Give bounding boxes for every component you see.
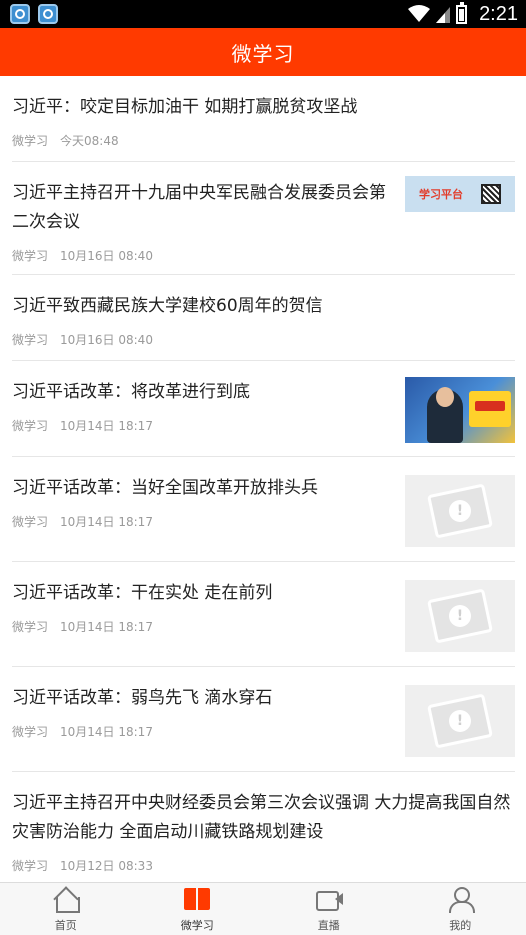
app-screen: 2:21 微学习 习近平：咬定目标加油干 如期打赢脱贫攻坚战 微学习 今天08:4… bbox=[0, 0, 526, 935]
nav-label: 我的 bbox=[449, 919, 472, 932]
article-title: 习近平主持召开中央财经委员会第三次会议强调 大力提高我国自然灾害防治能力 全面启… bbox=[12, 793, 511, 842]
article-source: 微学习 bbox=[12, 725, 49, 739]
article-source: 微学习 bbox=[12, 515, 49, 529]
article-source: 微学习 bbox=[12, 134, 49, 148]
article-time: 10月14日 18:17 bbox=[60, 725, 153, 739]
notification-app-icon bbox=[38, 4, 58, 24]
app-header: 微学习 bbox=[0, 28, 526, 76]
article-item[interactable]: 习近平话改革：干在实处 走在前列 微学习 10月14日 18:17 ! bbox=[12, 562, 515, 667]
article-thumbnail: 学习平台 bbox=[405, 176, 515, 212]
qr-code-icon bbox=[481, 184, 501, 204]
status-bar: 2:21 bbox=[0, 0, 526, 28]
notification-app-icon bbox=[10, 4, 30, 24]
article-item[interactable]: 习近平话改革：当好全国改革开放排头兵 微学习 10月14日 18:17 ! bbox=[12, 457, 515, 562]
article-time: 10月14日 18:17 bbox=[60, 419, 153, 433]
article-item[interactable]: 习近平致西藏民族大学建校60周年的贺信 微学习 10月16日 08:40 bbox=[12, 275, 515, 361]
video-icon bbox=[315, 887, 343, 911]
nav-micro-learning[interactable]: 微学习 bbox=[132, 883, 264, 935]
article-item[interactable]: 习近平话改革：弱鸟先飞 滴水穿石 微学习 10月14日 18:17 ! bbox=[12, 667, 515, 772]
wifi-icon bbox=[408, 5, 431, 22]
article-source: 微学习 bbox=[12, 333, 49, 347]
nav-profile[interactable]: 我的 bbox=[395, 883, 526, 935]
nav-live[interactable]: 直播 bbox=[263, 883, 395, 935]
article-item[interactable]: 习近平：咬定目标加油干 如期打赢脱贫攻坚战 微学习 今天08:48 bbox=[12, 76, 515, 162]
book-icon bbox=[183, 887, 211, 911]
article-time: 10月16日 08:40 bbox=[60, 249, 153, 263]
article-item[interactable]: 习近平话改革：将改革进行到底 微学习 10月14日 18:17 bbox=[12, 361, 515, 457]
article-source: 微学习 bbox=[12, 249, 49, 263]
article-title: 习近平话改革：当好全国改革开放排头兵 bbox=[12, 478, 318, 498]
article-title: 习近平话改革：弱鸟先飞 滴水穿石 bbox=[12, 688, 273, 708]
nav-label: 首页 bbox=[54, 919, 77, 932]
image-placeholder-icon: ! bbox=[405, 475, 515, 547]
article-item[interactable]: 习近平主持召开中央财经委员会第三次会议强调 大力提高我国自然灾害防治能力 全面启… bbox=[12, 772, 515, 876]
thumbnail-portrait bbox=[427, 387, 463, 443]
article-time: 10月12日 08:33 bbox=[60, 859, 153, 873]
article-source: 微学习 bbox=[12, 620, 49, 634]
article-source: 微学习 bbox=[12, 419, 49, 433]
home-icon bbox=[52, 887, 80, 913]
article-time: 10月14日 18:17 bbox=[60, 515, 153, 529]
article-title: 习近平主持召开十九届中央军民融合发展委员会第二次会议 bbox=[12, 183, 386, 232]
nav-label: 微学习 bbox=[180, 919, 214, 932]
image-placeholder-icon: ! bbox=[405, 685, 515, 757]
thumbnail-badge bbox=[469, 391, 511, 427]
nav-home[interactable]: 首页 bbox=[0, 883, 132, 935]
status-icons: 2:21 bbox=[408, 0, 518, 28]
article-time: 今天08:48 bbox=[60, 134, 119, 148]
thumbnail-logo: 学习平台 bbox=[419, 188, 463, 201]
article-title: 习近平话改革：将改革进行到底 bbox=[12, 382, 250, 402]
article-list: 习近平：咬定目标加油干 如期打赢脱贫攻坚战 微学习 今天08:48 习近平主持召开… bbox=[12, 76, 515, 876]
article-item[interactable]: 习近平主持召开十九届中央军民融合发展委员会第二次会议 微学习 10月16日 08:… bbox=[12, 162, 515, 275]
battery-icon bbox=[456, 1, 468, 24]
clock: 2:21 bbox=[479, 2, 518, 25]
article-title: 习近平致西藏民族大学建校60周年的贺信 bbox=[12, 296, 323, 316]
article-time: 10月14日 18:17 bbox=[60, 620, 153, 634]
article-source: 微学习 bbox=[12, 859, 49, 873]
article-title: 习近平：咬定目标加油干 如期打赢脱贫攻坚战 bbox=[12, 97, 358, 117]
image-placeholder-icon: ! bbox=[405, 580, 515, 652]
article-time: 10月16日 08:40 bbox=[60, 333, 153, 347]
article-title: 习近平话改革：干在实处 走在前列 bbox=[12, 583, 273, 603]
article-thumbnail bbox=[405, 377, 515, 443]
nav-label: 直播 bbox=[317, 919, 340, 932]
user-icon bbox=[446, 887, 476, 913]
page-title: 微学习 bbox=[231, 41, 295, 66]
signal-icon bbox=[436, 7, 451, 23]
bottom-nav: 首页 微学习 直播 我的 bbox=[0, 882, 526, 935]
